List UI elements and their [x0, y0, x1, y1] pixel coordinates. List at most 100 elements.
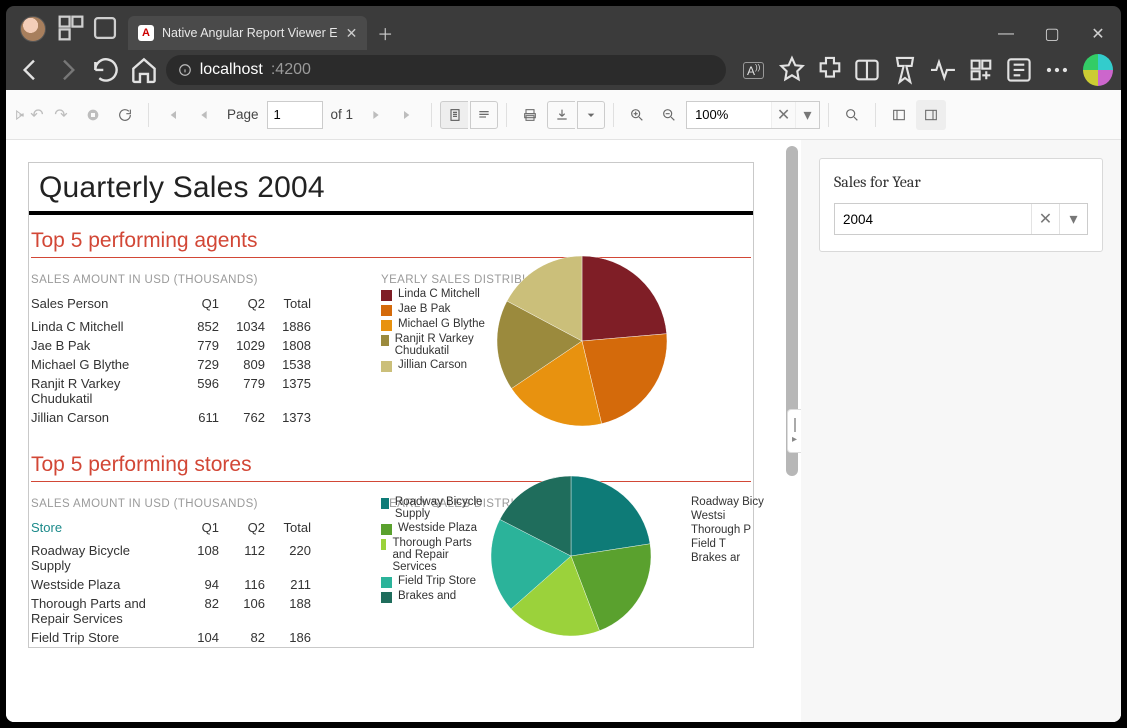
url-host: localhost: [200, 61, 263, 79]
legend-item: Roadway Bicy: [691, 496, 771, 508]
new-tab-button[interactable]: ＋: [371, 19, 399, 47]
prev-page-button[interactable]: [189, 100, 219, 130]
col-total-2: Total: [273, 518, 319, 541]
export-button[interactable]: [547, 101, 575, 129]
legend-item: Michael: [717, 316, 783, 328]
param-title: Sales for Year: [834, 173, 1088, 191]
stores-legend-left: Roadway Bicycle Supply Westside Plaza Thor…: [381, 494, 485, 605]
browser-tools-icon[interactable]: [1003, 53, 1035, 87]
last-page-button[interactable]: [393, 100, 423, 130]
refresh-button[interactable]: [90, 53, 122, 87]
col-q1: Q1: [181, 294, 227, 317]
export-dropdown[interactable]: [577, 101, 605, 129]
table-row: Ranjit R Varkey Chudukatil5967791375: [31, 374, 319, 408]
favorite-icon[interactable]: [776, 53, 808, 87]
zoom-clear-icon[interactable]: ✕: [771, 102, 795, 128]
extensions-icon[interactable]: [814, 53, 846, 87]
legend-item: Thorough Parts and Repair Services: [381, 537, 485, 573]
page: ↶ ↷ Page of 1 ✕ ▾: [6, 90, 1121, 722]
col-person: Sales Person: [31, 294, 181, 317]
home-button[interactable]: [128, 53, 160, 87]
col-q2-2: Q2: [227, 518, 273, 541]
favicon: A: [138, 25, 154, 41]
table-row: Michael G Blythe7298091538: [31, 355, 319, 374]
table-row: Thorough Parts and Repair Services821061…: [31, 594, 319, 628]
url-box[interactable]: localhost:4200: [166, 55, 726, 85]
page-label: Page: [227, 107, 259, 122]
first-page-button[interactable]: [157, 100, 187, 130]
param-year-combobox[interactable]: ✕ ▾: [834, 203, 1088, 235]
favorites-bar-icon[interactable]: [889, 53, 921, 87]
more-menu-icon[interactable]: [1041, 53, 1073, 87]
profile-avatar[interactable]: [20, 16, 46, 42]
toggle-params-button[interactable]: [916, 100, 946, 130]
legend-item: Thorough P: [691, 524, 771, 536]
col-q2: Q2: [227, 294, 273, 317]
legend-item: Linda C: [717, 288, 783, 300]
legend-item: Michael G Blythe: [381, 318, 491, 331]
close-window-button[interactable]: ✕: [1075, 18, 1121, 50]
param-card: Sales for Year ✕ ▾: [819, 158, 1103, 252]
maximize-button[interactable]: ▢: [1029, 18, 1075, 50]
expand-params-handle[interactable]: ▸: [787, 409, 801, 453]
forward-button[interactable]: [52, 53, 84, 87]
report-toolbar: ↶ ↷ Page of 1 ✕ ▾: [6, 90, 1121, 140]
zoom-input[interactable]: [687, 102, 771, 128]
report-scroll-area: Quarterly Sales 2004 Top 5 performing ag…: [6, 140, 801, 722]
col-store: Store: [31, 518, 181, 541]
legend-item: Ranjit R Varkey Chudukatil: [381, 333, 491, 357]
zoom-in-button[interactable]: [622, 100, 652, 130]
site-info-icon[interactable]: [178, 63, 192, 77]
minimize-button[interactable]: —: [983, 18, 1029, 50]
stop-button[interactable]: [78, 100, 108, 130]
tab-actions-icon[interactable]: [88, 6, 122, 50]
table-row: Field Trip Store10482186: [31, 628, 319, 647]
param-year-input[interactable]: [835, 204, 1031, 234]
read-aloud-icon[interactable]: A)): [738, 53, 770, 87]
legend-item: Brakes and: [381, 590, 485, 603]
col-q1-2: Q1: [181, 518, 227, 541]
zoom-out-button[interactable]: [654, 100, 684, 130]
history-back-button[interactable]: ↶: [14, 100, 44, 130]
legend-item: Linda C Mitchell: [381, 288, 491, 301]
browser-window: A Native Angular Report Viewer E ✕ ＋ — ▢…: [6, 6, 1121, 722]
window-controls: — ▢ ✕: [983, 18, 1121, 50]
agents-table: Sales Person Q1 Q2 Total Linda C Mitchel…: [31, 294, 319, 427]
col-total: Total: [273, 294, 319, 317]
search-button[interactable]: [837, 100, 867, 130]
address-bar: localhost:4200 A)): [6, 50, 1121, 90]
copilot-icon[interactable]: [1083, 54, 1113, 86]
performance-icon[interactable]: [927, 53, 959, 87]
report-page: Quarterly Sales 2004 Top 5 performing ag…: [28, 162, 754, 648]
legend-item: Jillian Carson: [381, 359, 491, 372]
param-clear-icon[interactable]: ✕: [1031, 204, 1059, 234]
back-button[interactable]: [14, 53, 46, 87]
legend-item: Jillian: [717, 344, 783, 356]
refresh-report-button[interactable]: [110, 100, 140, 130]
stores-table: Store Q1 Q2 Total Roadway Bicycle Supply…: [31, 518, 319, 647]
legend-item: Westside Plaza: [381, 522, 485, 535]
tab-title: Native Angular Report Viewer E: [162, 26, 338, 40]
subheader-amount-2: SALES AMOUNT IN USD (THOUSANDS): [31, 484, 381, 518]
table-row: Linda C Mitchell85210341886: [31, 317, 319, 336]
print-button[interactable]: [515, 100, 545, 130]
legend-item: Brakes ar: [691, 552, 771, 564]
workspaces-icon[interactable]: [54, 6, 88, 50]
toggle-docmap-button[interactable]: [884, 100, 914, 130]
param-dropdown-icon[interactable]: ▾: [1059, 204, 1087, 234]
browser-tab[interactable]: A Native Angular Report Viewer E ✕: [128, 16, 367, 50]
print-preview-button[interactable]: [440, 101, 468, 129]
zoom-dropdown-icon[interactable]: ▾: [795, 102, 819, 128]
history-forward-button[interactable]: ↷: [46, 100, 76, 130]
tab-close-icon[interactable]: ✕: [346, 25, 358, 42]
next-page-button[interactable]: [361, 100, 391, 130]
page-input[interactable]: [267, 101, 323, 129]
collections-icon[interactable]: [965, 53, 997, 87]
zoom-combobox[interactable]: ✕ ▾: [686, 101, 820, 129]
interactive-view-button[interactable]: [470, 101, 498, 129]
agents-legend-left: Linda C MitchellJae B PakMichael G Blyth…: [381, 286, 491, 374]
split-screen-icon[interactable]: [851, 53, 883, 87]
legend-item: Roadway Bicycle Supply: [381, 496, 485, 520]
stores-pie-chart: [491, 476, 651, 636]
legend-item: Ranjit F: [717, 330, 783, 342]
